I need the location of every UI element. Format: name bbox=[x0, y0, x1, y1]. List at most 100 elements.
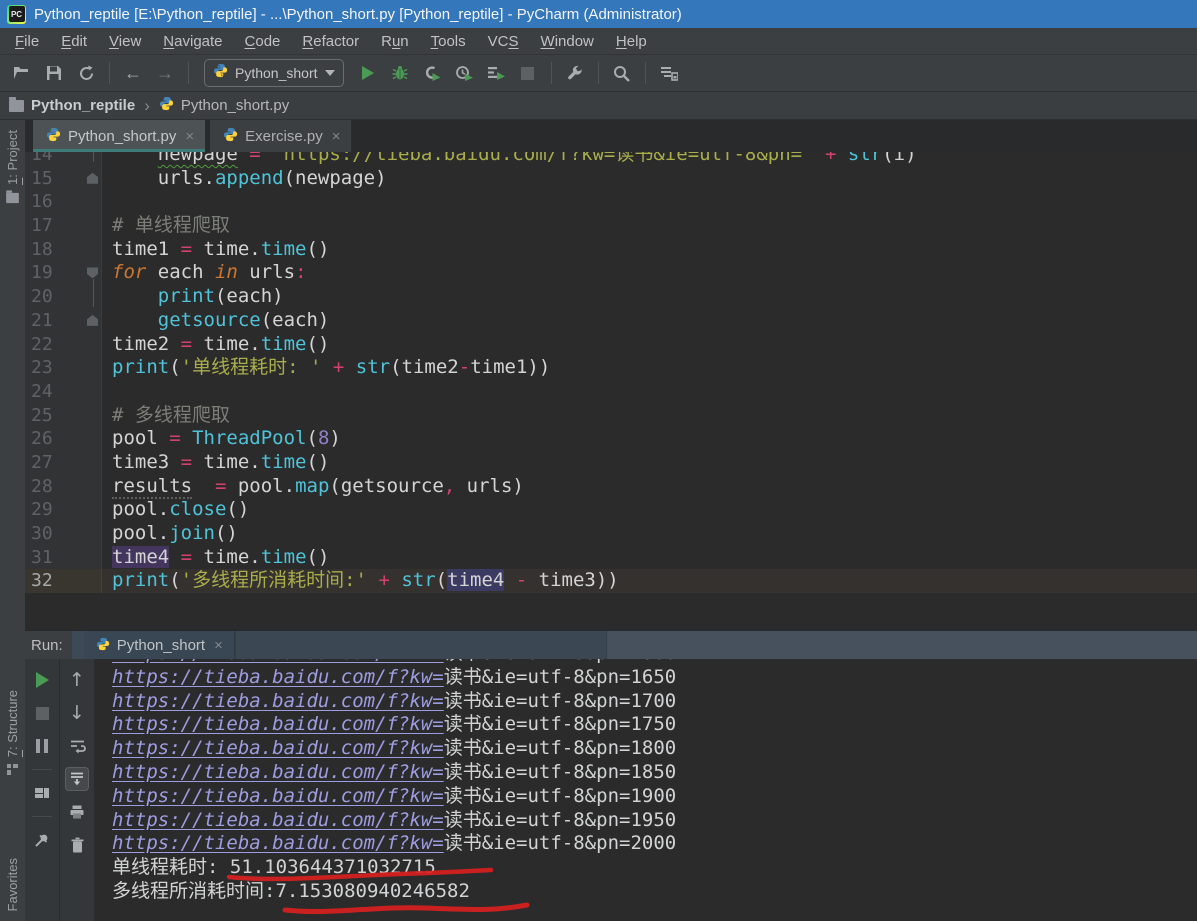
line-number: 20 bbox=[25, 285, 102, 309]
sidebar-item-favorites[interactable]: Favorites bbox=[0, 858, 25, 911]
restore-layout-icon[interactable] bbox=[30, 781, 54, 805]
menu-item-vcs[interactable]: VCS bbox=[477, 33, 530, 50]
menu-item-code[interactable]: Code bbox=[234, 33, 292, 50]
code-line-27[interactable]: 27time3 = time.time() bbox=[25, 451, 1197, 475]
console-hyperlink[interactable]: https://tieba.baidu.com/f?kw= bbox=[112, 809, 444, 831]
menu-item-refactor[interactable]: Refactor bbox=[291, 33, 370, 50]
code-line-18[interactable]: 18time1 = time.time() bbox=[25, 238, 1197, 262]
console-hyperlink[interactable]: https://tieba.baidu.com/f?kw= bbox=[112, 690, 444, 712]
pause-output-icon[interactable] bbox=[30, 734, 54, 758]
debug-icon[interactable] bbox=[387, 61, 413, 85]
breadcrumb-file[interactable]: Python_short.py bbox=[181, 97, 289, 114]
console-hyperlink[interactable]: https://tieba.baidu.com/f?kw= bbox=[112, 659, 444, 664]
settings-wrench-icon[interactable] bbox=[562, 61, 588, 85]
code-line-26[interactable]: 26pool = ThreadPool(8) bbox=[25, 427, 1197, 451]
code-line-22[interactable]: 22time2 = time.time() bbox=[25, 333, 1197, 357]
run-console-output[interactable]: https://tieba.baidu.com/f?kw=读书&ie=utf-8… bbox=[95, 659, 1197, 921]
line-number: 31 bbox=[25, 546, 102, 570]
line-number: 26 bbox=[25, 427, 102, 451]
fold-marker-icon[interactable] bbox=[87, 315, 98, 326]
tab-exercise[interactable]: Exercise.py × bbox=[210, 120, 352, 152]
console-output-line: https://tieba.baidu.com/f?kw=读书&ie=utf-8… bbox=[112, 832, 1197, 856]
run-icon[interactable] bbox=[355, 61, 381, 85]
code-line-15[interactable]: 15 urls.append(newpage) bbox=[25, 167, 1197, 191]
structure-stripe-label: 7: Structure bbox=[5, 690, 20, 757]
console-hyperlink[interactable]: https://tieba.baidu.com/f?kw= bbox=[112, 832, 444, 854]
console-hyperlink[interactable]: https://tieba.baidu.com/f?kw= bbox=[112, 737, 444, 759]
breadcrumb-separator-icon: › bbox=[144, 96, 150, 116]
code-line-14[interactable]: 14 newpage = 'https://tieba.baidu.com/f?… bbox=[25, 152, 1197, 167]
code-line-24[interactable]: 24 bbox=[25, 380, 1197, 404]
profiler-icon[interactable] bbox=[451, 61, 477, 85]
print-icon[interactable] bbox=[65, 800, 89, 824]
tab-label: Python_short.py bbox=[68, 128, 176, 145]
code-line-23[interactable]: 23print('单线程耗时: ' + str(time2-time1)) bbox=[25, 356, 1197, 380]
project-stripe-label: 1: Project bbox=[5, 130, 20, 185]
console-hyperlink[interactable]: https://tieba.baidu.com/f?kw= bbox=[112, 666, 444, 688]
menu-item-view[interactable]: View bbox=[98, 33, 152, 50]
soft-wrap-icon[interactable] bbox=[65, 734, 89, 758]
fold-marker-icon[interactable] bbox=[87, 267, 98, 278]
save-icon[interactable] bbox=[41, 61, 67, 85]
run-coverage-icon[interactable] bbox=[419, 61, 445, 85]
menu-item-file[interactable]: File bbox=[4, 33, 50, 50]
menu-item-help[interactable]: Help bbox=[605, 33, 658, 50]
menu-item-tools[interactable]: Tools bbox=[420, 33, 477, 50]
python-file-icon bbox=[213, 63, 228, 83]
open-icon[interactable] bbox=[9, 61, 35, 85]
down-stack-trace-icon[interactable]: ↓ bbox=[65, 701, 89, 725]
code-editor[interactable]: 14 newpage = 'https://tieba.baidu.com/f?… bbox=[25, 152, 1197, 630]
menu-bar: FileEditViewNavigateCodeRefactorRunTools… bbox=[0, 28, 1197, 55]
run-panel: ↑ ↓ https://tieba.baidu.com/f?kw=读书&ie=u… bbox=[25, 659, 1197, 921]
close-icon[interactable]: × bbox=[332, 129, 341, 144]
sync-icon[interactable] bbox=[73, 61, 99, 85]
code-line-29[interactable]: 29pool.close() bbox=[25, 498, 1197, 522]
console-hyperlink[interactable]: https://tieba.baidu.com/f?kw= bbox=[112, 785, 444, 807]
toolbar-separator bbox=[551, 62, 552, 84]
menu-item-window[interactable]: Window bbox=[530, 33, 605, 50]
close-icon[interactable]: × bbox=[214, 638, 223, 653]
breadcrumb: Python_reptile › Python_short.py bbox=[0, 92, 1197, 120]
sidebar-item-project[interactable]: 1: Project bbox=[0, 130, 25, 204]
code-line-16[interactable]: 16 bbox=[25, 190, 1197, 214]
code-text: pool.close() bbox=[102, 498, 249, 522]
line-number: 29 bbox=[25, 498, 102, 522]
tab-python-short[interactable]: Python_short.py × bbox=[33, 120, 206, 152]
rerun-icon[interactable] bbox=[30, 668, 54, 692]
clear-all-trash-icon[interactable] bbox=[65, 833, 89, 857]
code-text: time1 = time.time() bbox=[102, 238, 329, 262]
code-text bbox=[102, 190, 112, 214]
console-hyperlink[interactable]: https://tieba.baidu.com/f?kw= bbox=[112, 713, 444, 735]
up-stack-trace-icon[interactable]: ↑ bbox=[65, 668, 89, 692]
code-line-21[interactable]: 21 getsource(each) bbox=[25, 309, 1197, 333]
sidebar-item-structure[interactable]: 7: Structure bbox=[0, 690, 25, 775]
back-icon[interactable]: ← bbox=[120, 61, 146, 85]
menu-item-edit[interactable]: Edit bbox=[50, 33, 98, 50]
window-title: Python_reptile [E:\Python_reptile] - ...… bbox=[34, 6, 682, 23]
console-hyperlink[interactable]: https://tieba.baidu.com/f?kw= bbox=[112, 761, 444, 783]
code-line-32[interactable]: 32print('多线程所消耗时间:' + str(time4 - time3)… bbox=[25, 569, 1197, 593]
code-line-19[interactable]: 19for each in urls: bbox=[25, 261, 1197, 285]
pycharm-logo-icon: PC bbox=[7, 5, 26, 24]
code-line-31[interactable]: 31time4 = time.time() bbox=[25, 546, 1197, 570]
console-timing-line: 多线程所消耗时间:7.153080940246582 bbox=[112, 880, 1197, 904]
fold-marker-icon[interactable] bbox=[87, 173, 98, 184]
breadcrumb-project[interactable]: Python_reptile bbox=[31, 97, 135, 114]
run-configuration-select[interactable]: Python_short bbox=[204, 59, 344, 87]
scroll-to-end-icon[interactable] bbox=[65, 767, 89, 791]
run-tab-python-short[interactable]: Python_short × bbox=[84, 631, 235, 660]
menu-item-navigate[interactable]: Navigate bbox=[152, 33, 233, 50]
tool-windows-icon[interactable] bbox=[656, 61, 682, 85]
code-line-17[interactable]: 17# 单线程爬取 bbox=[25, 214, 1197, 238]
code-line-25[interactable]: 25# 多线程爬取 bbox=[25, 404, 1197, 428]
line-number: 25 bbox=[25, 404, 102, 428]
code-line-28[interactable]: 28results = pool.map(getsource, urls) bbox=[25, 475, 1197, 499]
close-icon[interactable]: × bbox=[185, 129, 194, 144]
forward-icon[interactable]: → bbox=[152, 61, 178, 85]
pin-icon[interactable] bbox=[30, 828, 54, 852]
run-with-concurrency-icon[interactable] bbox=[483, 61, 509, 85]
code-line-20[interactable]: 20 print(each) bbox=[25, 285, 1197, 309]
menu-item-run[interactable]: Run bbox=[370, 33, 420, 50]
code-line-30[interactable]: 30pool.join() bbox=[25, 522, 1197, 546]
search-icon[interactable] bbox=[609, 61, 635, 85]
